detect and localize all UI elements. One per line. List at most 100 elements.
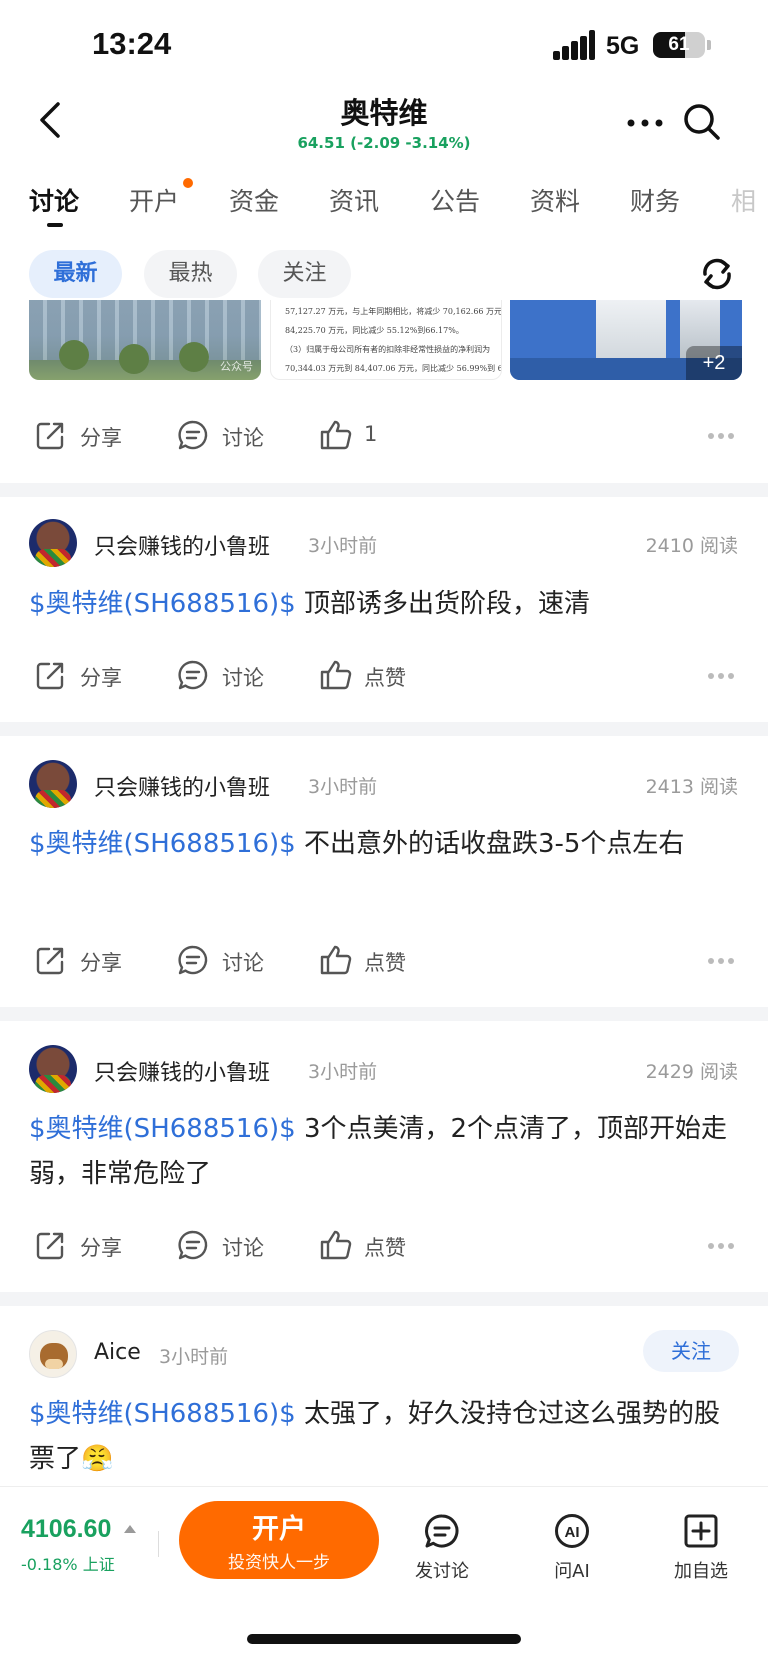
tab-related[interactable]: 相 — [731, 182, 756, 218]
tab-finance[interactable]: 财务 — [630, 182, 680, 218]
status-bar: 13:24 5G 61 — [0, 0, 768, 90]
like-button[interactable]: 点赞 — [319, 935, 419, 985]
share-button[interactable]: 分享 — [35, 650, 135, 700]
avatar[interactable] — [29, 760, 77, 808]
more-dots-icon[interactable] — [626, 118, 664, 128]
post-discussion-label: 发讨论 — [415, 1561, 469, 1582]
separator — [158, 1531, 159, 1557]
emoji: 😤 — [81, 1444, 114, 1474]
doc-line: 57,127.27 万元，与上年同期相比，将减少 70,162.66 万元到 — [285, 307, 502, 316]
battery-icon: 61 — [653, 32, 705, 58]
like-label: 点赞 — [364, 1236, 406, 1260]
index-value[interactable]: 4106.60 — [21, 1515, 111, 1544]
doc-line: 84,225.70 万元，同比减少 55.12%到66.17%。 — [285, 326, 464, 335]
username[interactable]: 只会赚钱的小鲁班 — [94, 770, 270, 802]
refresh-icon[interactable] — [697, 254, 737, 294]
comment-icon — [178, 660, 208, 690]
share-label: 分享 — [80, 1236, 122, 1260]
username[interactable]: Aice — [94, 1340, 141, 1365]
filter-following[interactable]: 关注 — [258, 250, 351, 298]
status-time: 13:24 — [92, 26, 172, 61]
post-content[interactable]: $奥特维(SH688516)$ 3个点美清，2个点清了，顶部开始走弱，非常危险了 — [29, 1107, 741, 1197]
more-options-icon[interactable] — [707, 672, 735, 680]
battery-cap — [707, 40, 711, 50]
share-button[interactable]: 分享 — [35, 410, 135, 460]
section-divider — [0, 722, 768, 736]
comment-icon — [178, 945, 208, 975]
tab-news[interactable]: 资讯 — [329, 182, 379, 218]
comment-icon — [178, 1230, 208, 1260]
username[interactable]: 只会赚钱的小鲁班 — [94, 1055, 270, 1087]
more-options-icon[interactable] — [707, 432, 735, 440]
follow-button[interactable]: 关注 — [643, 1330, 739, 1372]
more-options-icon[interactable] — [707, 1242, 735, 1250]
avatar[interactable] — [29, 519, 77, 567]
comment-icon — [425, 1514, 459, 1548]
battery-percent: 61 — [668, 34, 690, 55]
search-icon[interactable] — [682, 102, 722, 142]
more-images-count: +2 — [686, 346, 742, 380]
like-button[interactable]: 点赞 — [319, 650, 419, 700]
username[interactable]: 只会赚钱的小鲁班 — [94, 529, 270, 561]
share-button[interactable]: 分享 — [35, 1220, 135, 1270]
post-content[interactable]: $奥特维(SH688516)$ 不出意外的话收盘跌3-5个点左右 — [29, 822, 741, 867]
read-count: 2429 阅读 — [645, 1061, 738, 1083]
tab-profile[interactable]: 资料 — [530, 182, 580, 218]
discuss-button[interactable]: 讨论 — [177, 935, 277, 985]
ask-ai-label: 问AI — [554, 1561, 590, 1582]
tab-discussion[interactable]: 讨论 — [29, 182, 79, 218]
filter-latest[interactable]: 最新 — [29, 250, 122, 298]
thumbs-up-icon — [320, 945, 352, 975]
stock-tag[interactable]: $奥特维(SH688516)$ — [29, 1399, 296, 1429]
comment-icon — [178, 420, 208, 450]
document-photo[interactable]: 57,127.27 万元，与上年同期相比，将减少 70,162.66 万元到 8… — [270, 300, 502, 380]
discuss-label: 讨论 — [222, 1236, 264, 1260]
tab-open-account[interactable]: 开户 — [129, 182, 179, 218]
section-divider — [0, 1007, 768, 1021]
discuss-label: 讨论 — [222, 426, 264, 450]
more-options-icon[interactable] — [707, 957, 735, 965]
post-text: 不出意外的话收盘跌3-5个点左右 — [295, 829, 685, 859]
discuss-button[interactable]: 讨论 — [177, 650, 277, 700]
post-discussion-button[interactable]: 发讨论 — [402, 1513, 482, 1583]
index-change: -0.18% 上证 — [21, 1551, 115, 1575]
post-actions: 分享 讨论 点赞 — [0, 935, 768, 985]
stock-tabs: 讨论 开户 资金 资讯 公告 资料 财务 相 — [0, 178, 768, 234]
share-button[interactable]: 分享 — [35, 935, 135, 985]
home-indicator[interactable] — [247, 1634, 521, 1644]
discuss-label: 讨论 — [222, 666, 264, 690]
post-content[interactable]: $奥特维(SH688516)$ 太强了，好久没持仓过这么强势的股票了😤 — [29, 1392, 741, 1482]
cellular-signal-icon — [553, 30, 595, 60]
read-count: 2410 阅读 — [645, 535, 738, 557]
building-photo[interactable]: 公众号 — [29, 300, 261, 380]
ai-icon: AI — [555, 1514, 589, 1548]
thumbs-up-icon — [320, 1230, 352, 1260]
tab-funds[interactable]: 资金 — [229, 182, 279, 218]
open-account-button[interactable]: 开户 投资快人一步 — [179, 1501, 379, 1579]
post-content[interactable]: $奥特维(SH688516)$ 顶部诱多出货阶段，速清 — [29, 582, 741, 627]
post-actions: 分享 讨论 点赞 — [0, 650, 768, 700]
ask-ai-button[interactable]: AI 问AI — [532, 1513, 612, 1583]
add-square-icon — [684, 1514, 718, 1548]
avatar[interactable] — [29, 1045, 77, 1093]
equipment-photo[interactable]: +2 — [510, 300, 742, 380]
add-watchlist-button[interactable]: 加自选 — [661, 1513, 741, 1583]
post-actions: 分享 讨论 1 — [0, 410, 768, 460]
post-header: 只会赚钱的小鲁班 3小时前 2429 阅读 — [0, 1045, 768, 1097]
like-button[interactable]: 1 — [319, 410, 399, 460]
post-time: 3小时前 — [308, 535, 378, 557]
avatar[interactable] — [29, 1330, 77, 1378]
filter-hot[interactable]: 最热 — [144, 250, 237, 298]
post-header: 只会赚钱的小鲁班 3小时前 2410 阅读 — [0, 519, 768, 571]
stock-tag[interactable]: $奥特维(SH688516)$ — [29, 589, 296, 619]
open-account-sublabel: 投资快人一步 — [228, 1553, 330, 1573]
stock-tag[interactable]: $奥特维(SH688516)$ — [29, 829, 296, 859]
like-button[interactable]: 点赞 — [319, 1220, 419, 1270]
stock-header: 奥特维 64.51 (-2.09 -3.14%) — [0, 88, 768, 160]
tab-announcements[interactable]: 公告 — [430, 182, 480, 218]
stock-tag[interactable]: $奥特维(SH688516)$ — [29, 1114, 296, 1144]
ai-icon-text: AI — [565, 1524, 580, 1541]
discuss-button[interactable]: 讨论 — [177, 410, 277, 460]
active-tab-indicator — [47, 223, 63, 227]
discuss-button[interactable]: 讨论 — [177, 1220, 277, 1270]
